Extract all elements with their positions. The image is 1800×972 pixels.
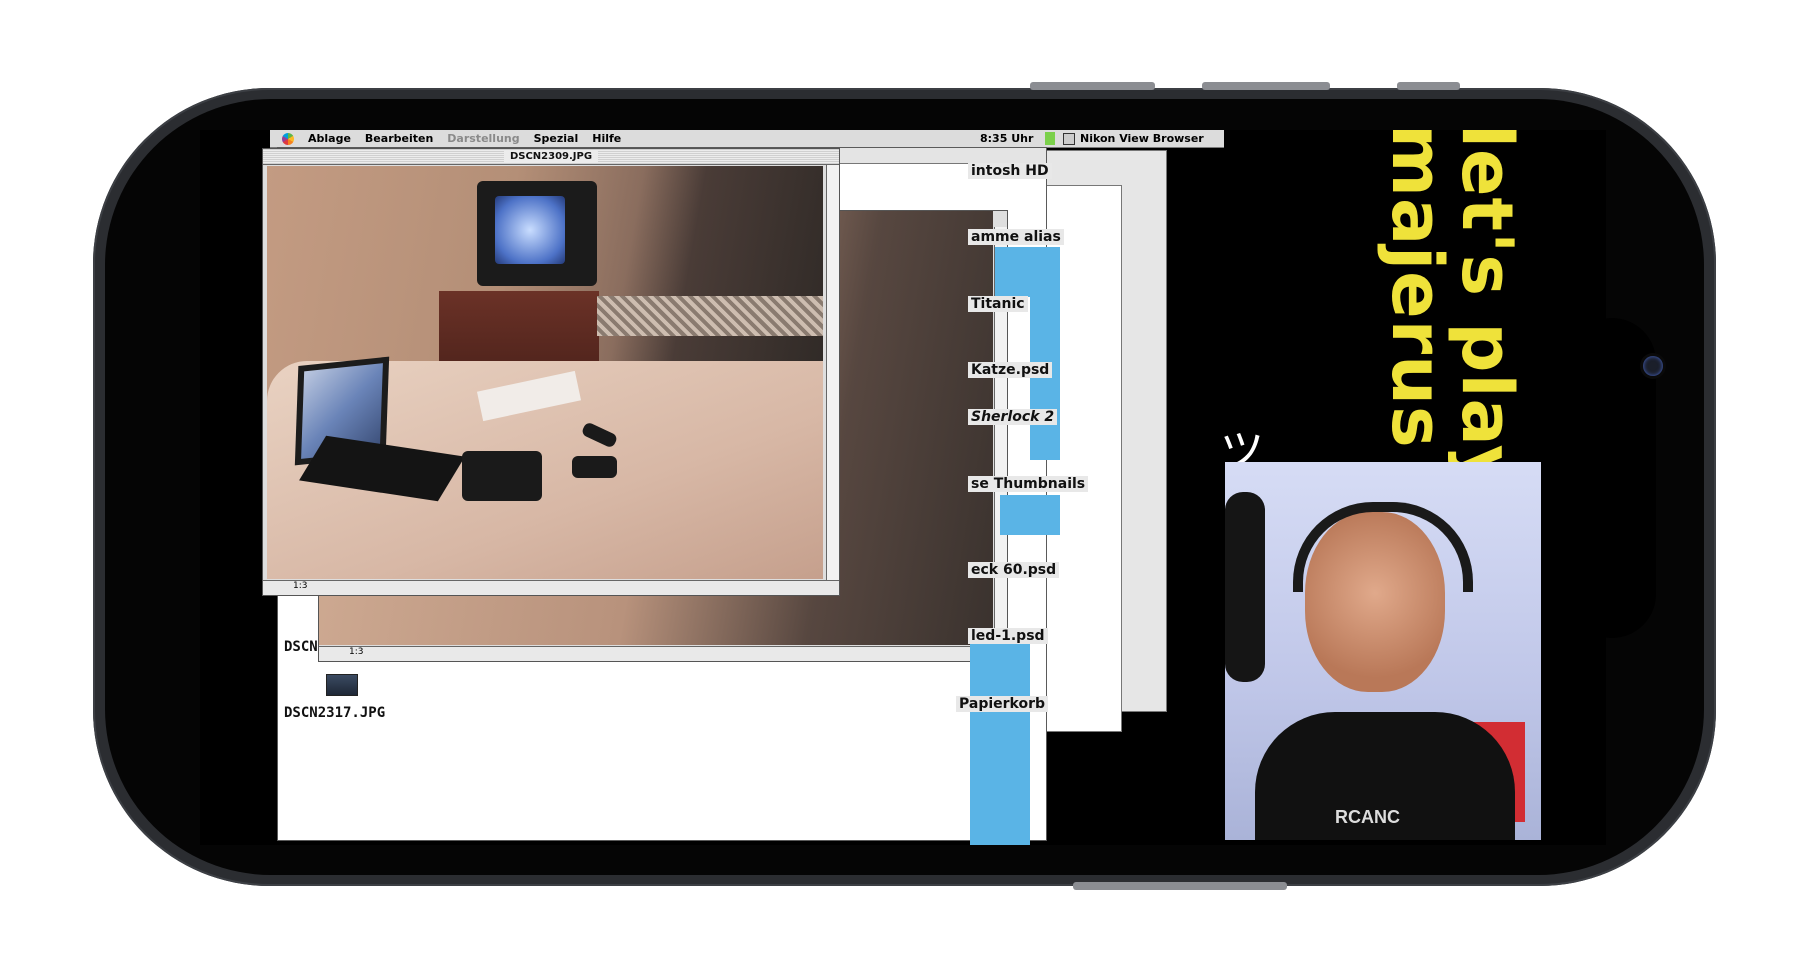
active-app-label: Nikon View Browser xyxy=(1080,132,1204,145)
desktop-icon-titanic[interactable]: Titanic xyxy=(968,296,1028,312)
app-icon xyxy=(1063,132,1075,145)
volume-button-top xyxy=(1030,82,1155,90)
zoom-level[interactable]: 1:3 xyxy=(349,647,363,657)
front-camera-icon xyxy=(1643,356,1663,376)
stream-title-line1: let's play xyxy=(1446,130,1528,492)
desktop-icon-katze[interactable]: Katze.psd xyxy=(968,362,1053,378)
file-item[interactable]: DSCN2317.JPG xyxy=(284,705,385,721)
zoom-level[interactable]: 1:3 xyxy=(293,581,307,591)
menu-hilfe[interactable]: Hilfe xyxy=(592,132,621,145)
mac-menubar: Ablage Bearbeiten Darstellung Spezial Hi… xyxy=(270,130,1224,148)
menu-spezial[interactable]: Spezial xyxy=(534,132,579,145)
vertical-scrollbar[interactable] xyxy=(826,165,839,581)
menu-bearbeiten[interactable]: Bearbeiten xyxy=(365,132,433,145)
image-window-title: DSCN2309.JPG xyxy=(503,151,599,162)
shirt-text: RCANC xyxy=(1335,807,1400,827)
desktop-icon-sherlock[interactable]: Sherlock 2 xyxy=(968,409,1058,425)
status-bar: 1:3 xyxy=(319,646,1007,661)
desktop-icon-hd[interactable]: intosh HD xyxy=(968,163,1052,179)
stream-title: let's play majerus 9 3 xyxy=(1328,130,1588,599)
trash-icon[interactable]: Papierkorb xyxy=(956,696,1049,712)
desktop-icon-thumbnails[interactable]: se Thumbnails xyxy=(968,476,1089,492)
side-button xyxy=(1073,882,1287,890)
status-bar: 1:3 xyxy=(263,580,839,595)
image-window-titlebar[interactable]: DSCN2309.JPG xyxy=(263,149,839,165)
menu-darstellung[interactable]: Darstellung xyxy=(447,132,519,145)
webcam-feed: RCANC xyxy=(1225,462,1541,840)
image-thumbnail-icon[interactable] xyxy=(326,674,358,696)
menubar-clock: 8:35 Uhr xyxy=(980,132,1034,145)
status-indicator-icon xyxy=(1045,132,1055,145)
volume-button-mid xyxy=(1202,82,1330,90)
desktop-icon-eck[interactable]: eck 60.psd xyxy=(968,562,1060,578)
application-menu[interactable]: Nikon View Browser xyxy=(1063,132,1204,145)
desktop-icon-alias[interactable]: amme alias xyxy=(968,229,1064,245)
mute-switch xyxy=(1397,82,1460,90)
bedroom-photo xyxy=(267,166,823,579)
menu-ablage[interactable]: Ablage xyxy=(308,132,351,145)
desktop-icon-led[interactable]: led-1.psd xyxy=(968,628,1048,644)
phone-screen: Ablage Bearbeiten Darstellung Spezial Hi… xyxy=(200,130,1606,845)
image-window[interactable]: DSCN2309.JPG 1:3 xyxy=(262,148,840,596)
apple-menu-icon[interactable] xyxy=(282,132,294,145)
